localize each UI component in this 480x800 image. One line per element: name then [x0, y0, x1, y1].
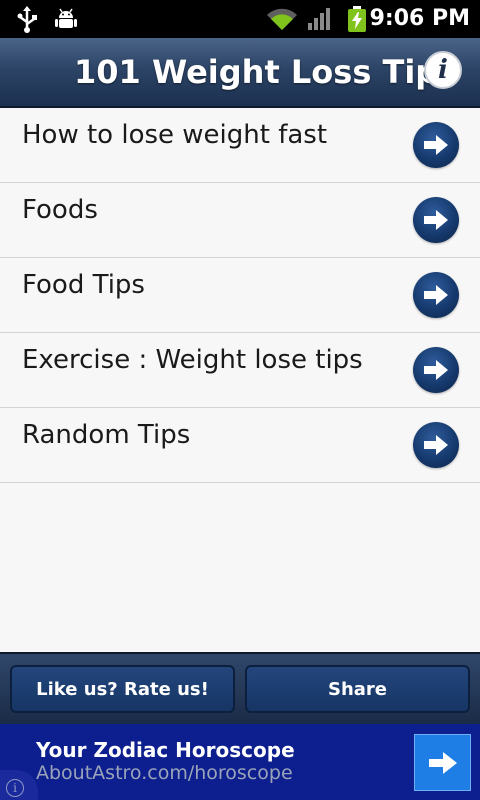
menu-item-label: Random Tips	[22, 420, 191, 450]
app-title: 101 Weight Loss Tips	[74, 53, 458, 91]
arrow-right-icon	[424, 135, 448, 155]
menu-item-lose-weight-fast[interactable]: How to lose weight fast	[0, 108, 480, 183]
arrow-right-icon	[424, 360, 448, 380]
menu-item-label: Exercise : Weight lose tips	[22, 345, 363, 375]
info-icon: i	[438, 55, 448, 85]
arrow-right-icon	[428, 751, 457, 774]
bottom-button-bar: Like us? Rate us! Share	[0, 652, 480, 724]
status-time: 9:06 PM	[369, 6, 470, 31]
arrow-right-icon	[424, 285, 448, 305]
rate-us-button[interactable]: Like us? Rate us!	[10, 665, 235, 713]
ad-banner[interactable]: Your Zodiac Horoscope AboutAstro.com/hor…	[0, 724, 480, 800]
usb-icon	[16, 0, 38, 38]
arrow-right-icon	[424, 210, 448, 230]
app-screen: 9:06 PM 101 Weight Loss Tips i How to lo…	[0, 0, 480, 800]
menu-item-foods[interactable]: Foods	[0, 183, 480, 258]
arrow-right-button[interactable]	[413, 122, 459, 168]
battery-charging-icon	[346, 0, 368, 38]
menu-item-random-tips[interactable]: Random Tips	[0, 408, 480, 483]
menu-item-label: Food Tips	[22, 270, 145, 300]
ad-title: Your Zodiac Horoscope	[36, 738, 295, 762]
android-debug-icon	[54, 0, 78, 38]
signal-icon	[307, 0, 333, 38]
arrow-right-button[interactable]	[413, 422, 459, 468]
arrow-right-button[interactable]	[413, 272, 459, 318]
arrow-right-button[interactable]	[413, 197, 459, 243]
arrow-right-icon	[424, 435, 448, 455]
ad-url: AboutAstro.com/horoscope	[36, 762, 293, 784]
menu-item-food-tips[interactable]: Food Tips	[0, 258, 480, 333]
wifi-icon	[266, 0, 298, 38]
title-bar: 101 Weight Loss Tips i	[0, 38, 480, 108]
menu-item-label: Foods	[22, 195, 98, 225]
menu-item-label: How to lose weight fast	[22, 120, 328, 150]
share-button[interactable]: Share	[245, 665, 470, 713]
info-button[interactable]: i	[424, 51, 462, 89]
status-bar: 9:06 PM	[0, 0, 480, 38]
menu-list: How to lose weight fast Foods Food Tips	[0, 108, 480, 483]
arrow-right-button[interactable]	[413, 347, 459, 393]
menu-item-exercise[interactable]: Exercise : Weight lose tips	[0, 333, 480, 408]
ad-arrow-button[interactable]	[414, 734, 471, 791]
